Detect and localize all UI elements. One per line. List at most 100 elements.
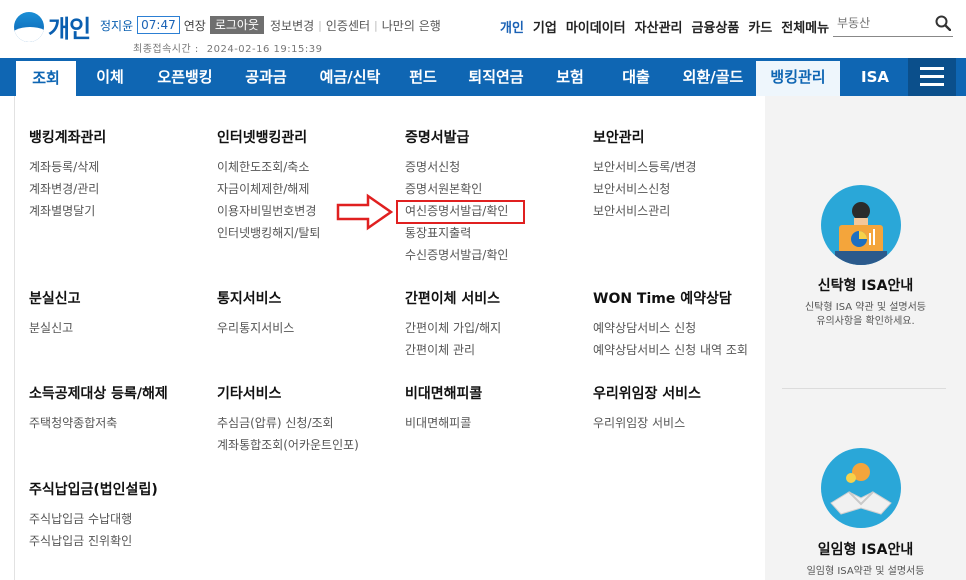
divider: | [318, 18, 322, 32]
nav-fx-gold[interactable]: 외환/골드 [672, 58, 754, 96]
menu-link[interactable]: 주식납입금 진위확인 [29, 530, 158, 552]
section-simple-transfer: 간편이체 서비스 간편이체 가입/해지 간편이체 관리 [405, 288, 501, 361]
logout-button[interactable]: 로그아웃 [209, 16, 264, 34]
menu-link[interactable]: 자금이체제한/해제 [217, 178, 320, 200]
menu-link[interactable]: 수신증명서발급/확인 [405, 244, 508, 266]
section-title: 기타서비스 [217, 386, 282, 402]
section-title: 우리위임장 서비스 [593, 386, 701, 402]
discretionary-isa-illustration-icon[interactable] [821, 448, 901, 528]
promo-trust-isa-title[interactable]: 신탁형 ISA안내 [765, 275, 966, 295]
highlight-box [396, 200, 525, 224]
promo-discretionary-isa-title[interactable]: 일임형 ISA안내 [765, 539, 966, 559]
search-icon[interactable] [935, 15, 951, 31]
top-nav-products[interactable]: 금융상품 [692, 17, 740, 36]
menu-link[interactable]: 증명서신청 [405, 156, 508, 178]
menu-link[interactable]: 보안서비스신청 [593, 178, 696, 200]
red-arrow-icon [336, 193, 394, 231]
menu-link[interactable]: 예약상담서비스 신청 내역 조회 [593, 339, 748, 361]
menu-link[interactable]: 계좌통합조회(어카운트인포) [217, 434, 359, 456]
menu-link[interactable]: 간편이체 관리 [405, 339, 501, 361]
menu-link[interactable]: 우리위임장 서비스 [593, 412, 701, 434]
menu-link[interactable]: 보안서비스관리 [593, 200, 696, 222]
section-stock-payment: 주식납입금(법인설립) 주식납입금 수납대행 주식납입금 진위확인 [29, 479, 158, 552]
section-internet-banking: 인터넷뱅킹관리 이체한도조회/축소 자금이체제한/해제 이용자비밀번호변경 인터… [217, 127, 320, 244]
extend-button[interactable]: 연장 [184, 17, 206, 34]
nav-open-banking[interactable]: 오픈뱅킹 [144, 58, 226, 96]
section-notification: 통지서비스 우리통지서비스 [217, 288, 294, 339]
divider [782, 388, 946, 389]
nav-transfer[interactable]: 이체 [80, 58, 140, 96]
top-nav-mydata[interactable]: 마이데이터 [566, 17, 626, 36]
promo-trust-isa-desc: 유의사항을 확인하세요. [816, 316, 915, 327]
user-line: 정지윤 07:47 연장 로그아웃 정보변경 | 인증센터 | 나만의 은행 [100, 16, 441, 34]
section-title: 소득공제대상 등록/해제 [29, 386, 168, 402]
menu-link[interactable]: 예약상담서비스 신청 [593, 317, 748, 339]
menu-link[interactable]: 주택청약종합저축 [29, 412, 168, 434]
section-certificates: 증명서발급 증명서신청 증명서원본확인 여신증명서발급/확인 통장표지출력 수신… [405, 127, 508, 266]
section-title: 간편이체 서비스 [405, 291, 501, 307]
session-timer: 07:47 [137, 16, 180, 34]
nav-pension[interactable]: 퇴직연금 [458, 58, 534, 96]
nav-insurance[interactable]: 보험 [545, 58, 595, 96]
nav-loan[interactable]: 대출 [611, 58, 661, 96]
menu-link[interactable]: 증명서원본확인 [405, 178, 508, 200]
section-won-time: WON Time 예약상담 예약상담서비스 신청 예약상담서비스 신청 내역 조… [593, 288, 748, 361]
menu-link[interactable]: 비대면해피콜 [405, 412, 482, 434]
logo-text[interactable]: 개인 [48, 9, 91, 44]
nav-banking-mgmt[interactable]: 뱅킹관리 [756, 58, 840, 96]
section-title: 분실신고 [29, 291, 81, 307]
section-title: 보안관리 [593, 130, 645, 146]
section-account-mgmt: 뱅킹계좌관리 계좌등록/삭제 계좌변경/관리 계좌별명달기 [29, 127, 106, 222]
nav-fund[interactable]: 펀드 [400, 58, 446, 96]
menu-link[interactable]: 보안서비스등록/변경 [593, 156, 696, 178]
nav-utility[interactable]: 공과금 [232, 58, 300, 96]
top-nav-card[interactable]: 카드 [748, 17, 772, 36]
top-nav-all-menu[interactable]: 전체메뉴 [781, 17, 829, 36]
hamburger-menu-icon[interactable] [908, 58, 956, 96]
menu-link[interactable]: 분실신고 [29, 317, 81, 339]
divider: | [374, 18, 378, 32]
last-login-label: 최종접속시간 : [133, 44, 199, 55]
menu-link[interactable]: 주식납입금 수납대행 [29, 508, 158, 530]
section-happycall: 비대면해피콜 비대면해피콜 [405, 383, 482, 434]
menu-link[interactable]: 우리통지서비스 [217, 317, 294, 339]
menu-link[interactable]: 간편이체 가입/해지 [405, 317, 501, 339]
search-input[interactable] [833, 11, 929, 35]
util-link-cert-center[interactable]: 인증센터 [326, 17, 370, 34]
menu-link[interactable]: 계좌변경/관리 [29, 178, 106, 200]
top-nav-corporate[interactable]: 기업 [533, 17, 557, 36]
section-title: 뱅킹계좌관리 [29, 130, 107, 146]
nav-deposit[interactable]: 예금/신탁 [305, 58, 395, 96]
trust-isa-illustration-icon[interactable] [821, 185, 901, 265]
search-box [833, 11, 953, 37]
menu-link[interactable]: 인터넷뱅킹해지/탈퇴 [217, 222, 320, 244]
menu-link[interactable]: 통장표지출력 [405, 222, 508, 244]
section-power-of-attorney: 우리위임장 서비스 우리위임장 서비스 [593, 383, 701, 434]
menu-link[interactable]: 추심금(압류) 신청/조회 [217, 412, 359, 434]
util-link-info-change[interactable]: 정보변경 [270, 17, 314, 34]
section-title: 주식납입금(법인설립) [29, 482, 158, 498]
menu-link[interactable]: 이체한도조회/축소 [217, 156, 320, 178]
divider [14, 96, 15, 580]
header: 개인 정지윤 07:47 연장 로그아웃 정보변경 | 인증센터 | 나만의 은… [0, 0, 966, 58]
menu-link[interactable]: 이용자비밀번호변경 [217, 200, 320, 222]
section-tax-deduction: 소득공제대상 등록/해제 주택청약종합저축 [29, 383, 168, 434]
nav-isa[interactable]: ISA [848, 58, 902, 96]
menu-link[interactable]: 계좌등록/삭제 [29, 156, 106, 178]
util-link-my-bank[interactable]: 나만의 은행 [382, 17, 441, 34]
promo-trust-isa-desc: 신탁형 ISA 약관 및 설명서등 [804, 302, 927, 313]
user-name: 정지윤 [100, 18, 134, 33]
top-nav-asset[interactable]: 자산관리 [635, 17, 683, 36]
section-loss-report: 분실신고 분실신고 [29, 288, 81, 339]
promo-discretionary-isa-desc: 일임형 ISA약관 및 설명서등 [806, 566, 925, 577]
last-login-value: 2024-02-16 19:15:39 [206, 44, 323, 55]
section-security: 보안관리 보안서비스등록/변경 보안서비스신청 보안서비스관리 [593, 127, 696, 222]
woori-logo-icon[interactable] [14, 12, 44, 42]
section-other-services: 기타서비스 추심금(압류) 신청/조회 계좌통합조회(어카운트인포) [217, 383, 359, 456]
section-title: 인터넷뱅킹관리 [217, 130, 308, 146]
nav-inquiry[interactable]: 조회 [16, 58, 76, 96]
top-nav-personal[interactable]: 개인 [500, 17, 524, 36]
menu-link[interactable]: 계좌별명달기 [29, 200, 106, 222]
last-login: 최종접속시간 : 2024-02-16 19:15:39 [133, 40, 322, 55]
section-title: 증명서발급 [405, 130, 470, 146]
